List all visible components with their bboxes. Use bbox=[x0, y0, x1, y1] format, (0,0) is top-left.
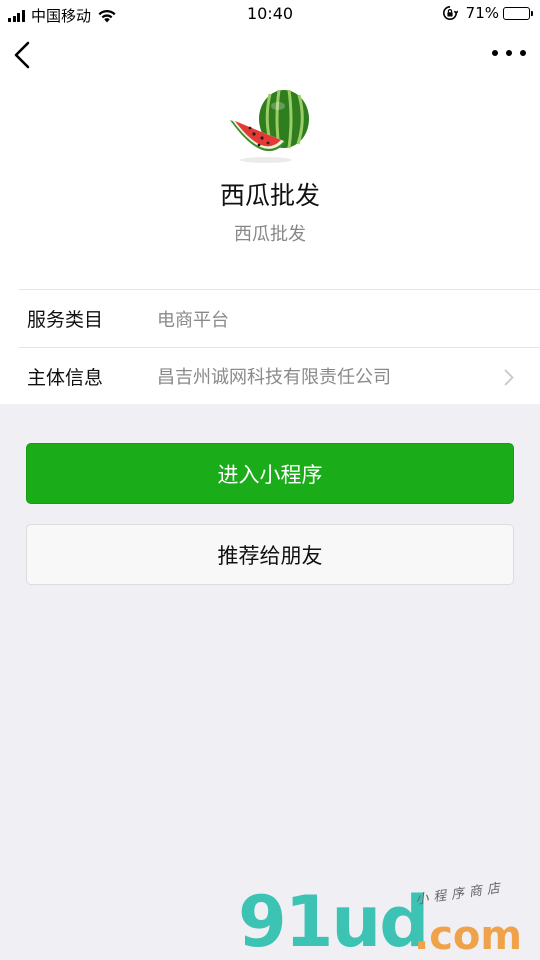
watermelon-logo bbox=[230, 89, 309, 163]
watermark-main: 91ud bbox=[238, 881, 429, 960]
recommend-to-friend-button[interactable]: 推荐给朋友 bbox=[26, 524, 514, 585]
app-subtitle: 西瓜批发 bbox=[234, 224, 306, 245]
category-value: 电商平台 bbox=[157, 309, 229, 331]
entity-label: 主体信息 bbox=[27, 366, 104, 389]
app-name: 西瓜批发 bbox=[219, 181, 320, 210]
info-row-entity[interactable]: 主体信息 昌吉州诚网科技有限责任公司 bbox=[19, 347, 540, 404]
category-label: 服务类目 bbox=[27, 309, 104, 331]
more-dot bbox=[506, 50, 512, 56]
status-bar: 中国移动 10:40 71% bbox=[0, 0, 540, 30]
entity-value: 昌吉州诚网科技有限责任公司 bbox=[157, 367, 391, 388]
chevron-right-icon bbox=[504, 369, 514, 386]
watermark-tagline: 小程序商店 bbox=[414, 880, 506, 908]
profile-panel: 西瓜批发 西瓜批发 服务类目 电商平台 主体信息 昌吉州诚网科技有限责任公司 bbox=[0, 30, 540, 404]
watermark-dotcom: .com bbox=[414, 913, 523, 959]
back-button[interactable] bbox=[8, 40, 38, 70]
orientation-lock-icon bbox=[442, 6, 458, 20]
more-dot bbox=[492, 50, 498, 56]
status-right: 71% bbox=[442, 4, 533, 22]
watermark: 91ud 小程序商店 .com bbox=[238, 880, 540, 960]
battery-percent: 71% bbox=[465, 4, 499, 22]
info-row-category: 服务类目 电商平台 bbox=[19, 290, 540, 347]
info-list: 服务类目 电商平台 主体信息 昌吉州诚网科技有限责任公司 bbox=[19, 289, 540, 404]
battery-icon bbox=[503, 6, 533, 20]
more-button[interactable] bbox=[492, 46, 526, 60]
more-dot bbox=[520, 50, 526, 56]
enter-miniprogram-button[interactable]: 进入小程序 bbox=[26, 443, 514, 504]
